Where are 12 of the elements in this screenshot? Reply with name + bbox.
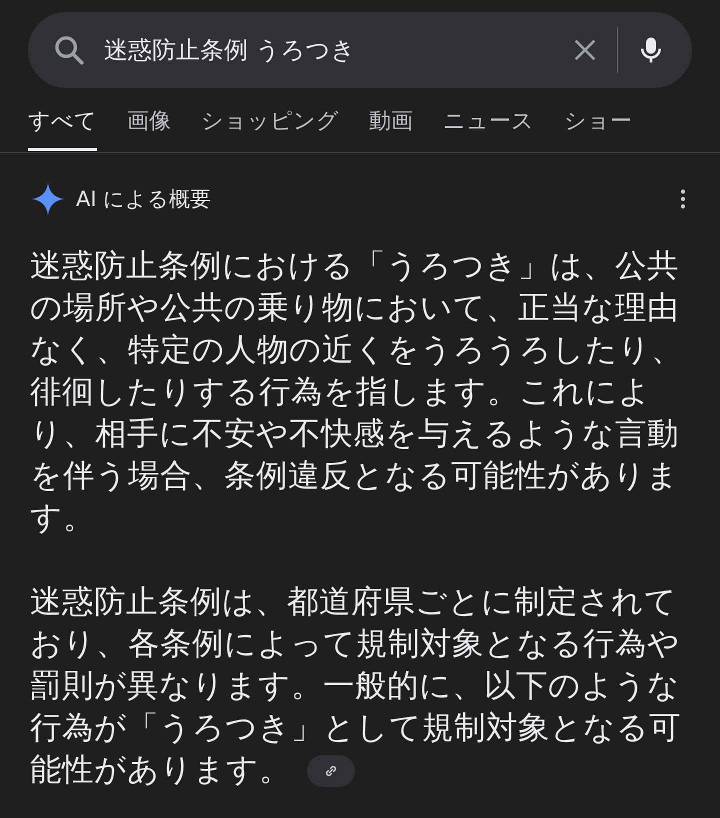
more-options-icon[interactable] bbox=[680, 188, 686, 210]
tab[interactable]: 画像 bbox=[127, 102, 171, 151]
overview-paragraph: 迷惑防止条例は、都道府県ごとに制定されており、各条例によって規制対象となる行為や罰則が異なります。一般的に、以下のような行為が「うろつき」として規制対象となる可能性があります。 bbox=[30, 583, 682, 790]
tab[interactable]: 動画 bbox=[369, 102, 413, 151]
search-field[interactable]: 迷惑防止条例 うろつき bbox=[104, 36, 553, 64]
sparkle-icon bbox=[30, 181, 66, 217]
tab[interactable]: ショッピング bbox=[201, 102, 339, 151]
tab[interactable]: ショー bbox=[564, 102, 632, 151]
overview-title: AI による概要 bbox=[76, 186, 212, 213]
overview-paragraph: 迷惑防止条例における「うろつき」は、公共の場所や公共の乗り物において、正当な理由なく、特定の人物の近くをうろうろしたり、徘徊したりする行為を指します。これにより、相手に不安や不快感を与えるような言動を伴う場合、条例違反となる可能性があります。 bbox=[30, 247, 684, 538]
tab[interactable]: ニュース bbox=[443, 102, 534, 151]
link-button[interactable] bbox=[307, 755, 355, 788]
